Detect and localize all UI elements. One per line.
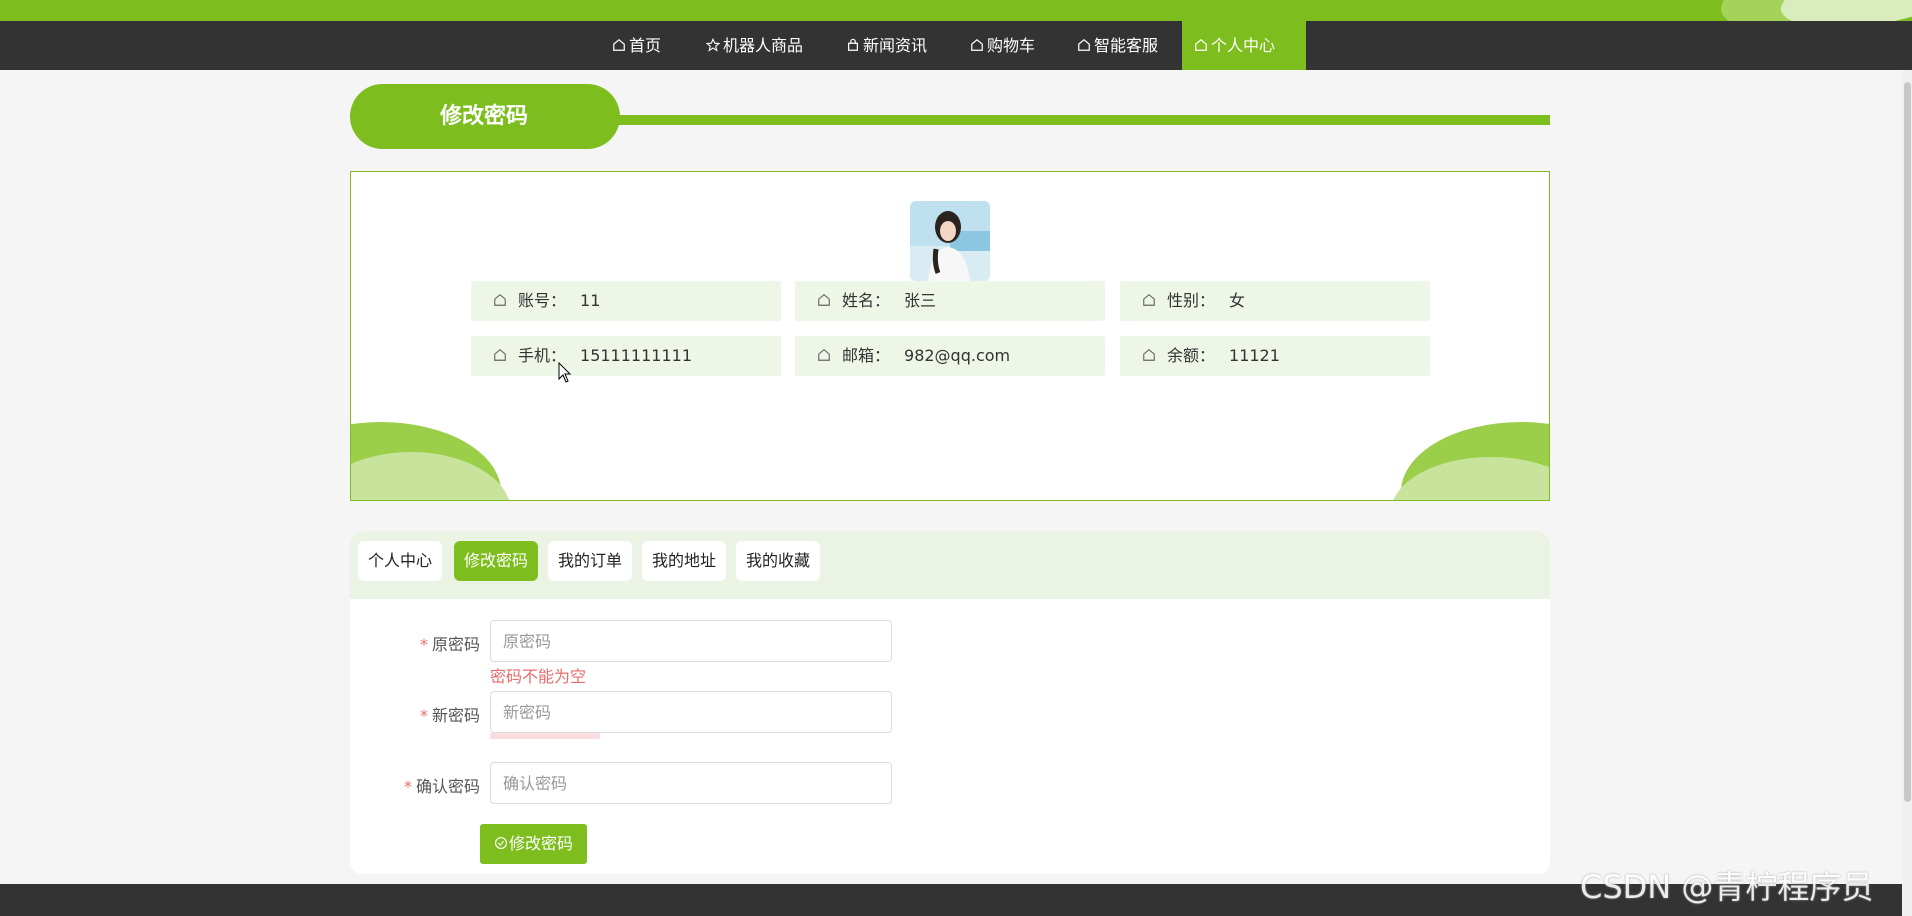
confirm-password-label: * 确认密码	[350, 773, 480, 797]
nav-item-personal-center[interactable]: 个人中心	[1182, 21, 1306, 70]
user-tabs: 个人中心 修改密码 我的订单 我的地址 我的收藏	[350, 531, 1550, 599]
new-password-input[interactable]	[490, 691, 892, 733]
label-text: 原密码	[431, 635, 480, 654]
field-label: 邮箱：	[842, 346, 891, 365]
change-password-button[interactable]: 修改密码	[480, 824, 588, 864]
page-title: 修改密码	[350, 84, 620, 149]
home-icon	[613, 38, 625, 51]
nav-item-robot-products[interactable]: 机器人商品	[694, 21, 815, 70]
field-value: 15111111111	[580, 346, 692, 365]
avatar	[910, 201, 990, 281]
old-password-label: * 原密码	[350, 631, 480, 655]
top-navbar: 首页 机器人商品 新闻资讯 购物车 智能客服 个人中心	[0, 21, 1912, 70]
nav-item-home[interactable]: 首页	[600, 21, 673, 70]
nav-label: 智能客服	[1094, 36, 1159, 55]
field-value: 女	[1229, 291, 1246, 310]
profile-card: 账号： 11 姓名： 张三 性别： 女 手机： 15111111111 邮箱： 982@q…	[350, 171, 1550, 501]
new-password-label: * 新密码	[350, 702, 480, 726]
check-circle-icon	[495, 837, 507, 849]
field-label: 姓名：	[842, 291, 891, 310]
watermark: CSDN @青柠程序员	[1580, 868, 1874, 906]
required-mark: *	[419, 706, 428, 725]
scrollbar-thumb[interactable]	[1904, 82, 1911, 802]
nav-label: 首页	[629, 36, 662, 55]
nav-label: 购物车	[987, 36, 1036, 55]
change-password-form: * 原密码 密码不能为空 * 新密码 * 确认密码 修改密码	[350, 599, 1550, 874]
leaf-decoration	[1777, 0, 1912, 21]
old-password-error: 密码不能为空	[490, 667, 587, 686]
home-icon	[818, 349, 830, 361]
profile-field-email: 邮箱： 982@qq.com	[795, 336, 1105, 376]
tab-my-orders[interactable]: 我的订单	[548, 541, 633, 581]
tab-my-favorites[interactable]: 我的收藏	[736, 541, 821, 581]
tab-change-password[interactable]: 修改密码	[454, 541, 539, 581]
bag-icon	[848, 38, 858, 51]
nav-item-customer-service[interactable]: 智能客服	[1065, 21, 1170, 70]
title-underline	[600, 115, 1550, 125]
profile-field-account: 账号： 11	[471, 281, 781, 321]
home-icon	[494, 349, 506, 361]
label-text: 新密码	[431, 706, 480, 725]
field-value: 张三	[904, 291, 937, 310]
nav-label: 机器人商品	[723, 36, 804, 55]
old-password-input[interactable]	[490, 620, 892, 662]
required-mark: *	[419, 635, 428, 654]
nav-label: 个人中心	[1211, 36, 1276, 55]
confirm-password-input[interactable]	[490, 762, 892, 804]
user-avatar-image	[910, 201, 990, 281]
field-label: 账号：	[518, 291, 567, 310]
star-icon	[706, 38, 720, 52]
field-label: 性别：	[1167, 291, 1216, 310]
field-value: 11	[580, 291, 601, 310]
fading-error-text	[490, 733, 600, 739]
profile-field-name: 姓名： 张三	[795, 281, 1105, 321]
field-value: 982@qq.com	[904, 346, 1011, 365]
tab-personal-center[interactable]: 个人中心	[358, 541, 443, 581]
field-value: 11121	[1229, 346, 1280, 365]
profile-field-gender: 性别： 女	[1120, 281, 1430, 321]
nav-label: 新闻资讯	[863, 36, 928, 55]
home-icon	[818, 294, 830, 306]
nav-item-news[interactable]: 新闻资讯	[834, 21, 939, 70]
home-icon	[1143, 349, 1155, 361]
required-mark: *	[403, 777, 412, 796]
page-scrollbar[interactable]	[1902, 70, 1912, 916]
tab-my-addresses[interactable]: 我的地址	[642, 541, 727, 581]
profile-field-balance: 余额： 11121	[1120, 336, 1430, 376]
home-icon	[1078, 38, 1090, 51]
nav-item-cart[interactable]: 购物车	[958, 21, 1047, 70]
field-label: 余额：	[1167, 346, 1216, 365]
button-label: 修改密码	[509, 834, 574, 853]
label-text: 确认密码	[415, 777, 480, 796]
home-icon	[1143, 294, 1155, 306]
profile-field-phone: 手机： 15111111111	[471, 336, 781, 376]
mouse-cursor-icon	[558, 362, 572, 383]
home-icon	[971, 38, 983, 51]
home-icon	[494, 294, 506, 306]
home-icon	[1195, 38, 1207, 51]
top-banner-strip	[0, 0, 1912, 21]
